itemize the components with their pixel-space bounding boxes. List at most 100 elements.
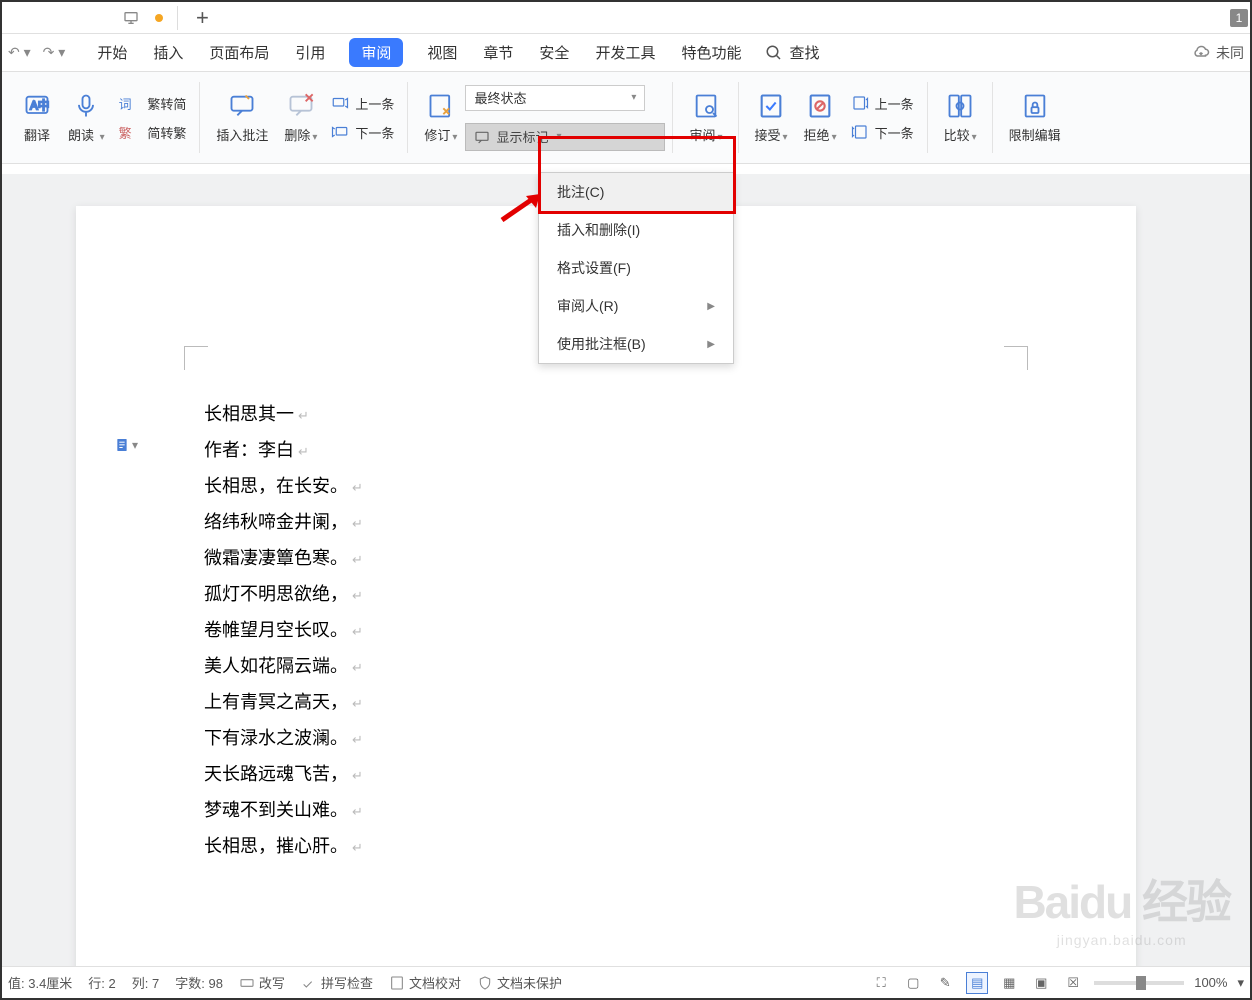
doc-icon xyxy=(114,436,130,454)
tab-features[interactable]: 特色功能 xyxy=(679,38,743,67)
status-col[interactable]: 列: 7 xyxy=(132,973,159,992)
next-change-icon xyxy=(851,123,869,141)
review-pane-button[interactable]: 审阅▾ xyxy=(681,87,730,148)
next-comment-button[interactable]: 下一条 xyxy=(325,121,400,144)
notification-badge[interactable]: 1 xyxy=(1230,9,1248,27)
zoom-slider[interactable] xyxy=(1094,981,1184,985)
prev-comment-button[interactable]: 上一条 xyxy=(325,92,400,115)
tab-view[interactable]: 视图 xyxy=(425,38,459,67)
status-proof[interactable]: 文档校对 xyxy=(389,973,461,992)
insert-comment-button[interactable]: 插入批注 xyxy=(208,87,276,148)
accept-icon xyxy=(756,91,786,121)
next-icon xyxy=(331,123,349,141)
tab-security[interactable]: 安全 xyxy=(537,38,571,67)
dropdown-item-balloon[interactable]: 使用批注框(B)▶ xyxy=(539,325,733,363)
trad-to-simp-button[interactable]: 词 繁转简 xyxy=(113,92,193,115)
submenu-arrow-icon: ▶ xyxy=(707,301,715,312)
microphone-icon xyxy=(71,91,101,121)
tab-dev-tools[interactable]: 开发工具 xyxy=(593,38,657,67)
margin-corner-tr xyxy=(1004,346,1028,370)
reject-icon xyxy=(805,91,835,121)
sync-status: 未同 xyxy=(1216,43,1244,63)
dropdown-item-comments[interactable]: 批注(C) xyxy=(539,173,733,211)
next-change-button[interactable]: 下一条 xyxy=(845,121,920,144)
tab-page-layout[interactable]: 页面布局 xyxy=(207,38,271,67)
text-line: 天长路远魂飞苦， xyxy=(204,756,363,792)
status-bar: 值: 3.4厘米 行: 2 列: 7 字数: 98 改写 拼写检查 文档校对 文… xyxy=(2,966,1250,998)
view-page-button[interactable]: ▤ xyxy=(966,972,988,994)
text-line: 卷帷望月空长叹。 xyxy=(204,612,363,648)
prev-icon xyxy=(331,94,349,112)
search-icon xyxy=(765,44,783,62)
dropdown-item-reviewer[interactable]: 审阅人(R)▶ xyxy=(539,287,733,325)
title-bar: + 1 xyxy=(2,2,1250,34)
view-read-button[interactable]: ▢ xyxy=(902,972,924,994)
restrict-edit-button[interactable]: 限制编辑 xyxy=(1001,87,1069,148)
text-line: 微霜凄凄簟色寒。 xyxy=(204,540,363,576)
revise-button[interactable]: 修订▾ xyxy=(416,87,465,148)
delete-comment-button[interactable]: 删除▾ xyxy=(276,87,325,148)
view-fullscreen-button[interactable]: ⛶ xyxy=(870,972,892,994)
zoom-menu-button[interactable]: ▾ xyxy=(1237,975,1244,991)
view-outline-button[interactable]: ✎ xyxy=(934,972,956,994)
tab-insert[interactable]: 插入 xyxy=(151,38,185,67)
shield-icon xyxy=(477,975,493,991)
text-line: 下有渌水之波澜。 xyxy=(204,720,363,756)
page-panel-icon[interactable]: ▾ xyxy=(114,436,138,454)
qat-redo-button[interactable]: ↷ ▾ xyxy=(43,44,66,61)
tab-review[interactable]: 审阅 xyxy=(349,38,403,67)
margin-corner-tl xyxy=(184,346,208,370)
text-line: 作者：李白 xyxy=(204,432,363,468)
status-row[interactable]: 行: 2 xyxy=(88,973,115,992)
prev-change-button[interactable]: 上一条 xyxy=(845,92,920,115)
reject-button[interactable]: 拒绝▾ xyxy=(796,87,845,148)
new-tab-button[interactable]: + xyxy=(196,5,209,31)
text-line: 长相思，在长安。 xyxy=(204,468,363,504)
keyboard-icon xyxy=(239,975,255,991)
tab-chapter[interactable]: 章节 xyxy=(481,38,515,67)
zoom-out-button[interactable]: ☒ xyxy=(1062,972,1084,994)
monitor-icon xyxy=(123,10,139,26)
document-content[interactable]: 长相思其一 作者：李白 长相思，在长安。 络纬秋啼金井阑， 微霜凄凄簟色寒。 孤… xyxy=(204,396,363,864)
text-line: 美人如花隔云端。 xyxy=(204,648,363,684)
qat-undo-button[interactable]: ↶ ▾ xyxy=(8,44,31,61)
text-line: 长相思，摧心肝。 xyxy=(204,828,363,864)
view-print-button[interactable]: ▣ xyxy=(1030,972,1052,994)
tab-reference[interactable]: 引用 xyxy=(293,38,327,67)
status-rewrite[interactable]: 改写 xyxy=(239,973,285,992)
submenu-arrow-icon: ▶ xyxy=(707,339,715,350)
text-line: 上有青冥之高天， xyxy=(204,684,363,720)
show-marks-button[interactable]: 显示标记▾ xyxy=(465,123,665,151)
search-button[interactable]: 查找 xyxy=(765,42,819,63)
translate-icon: A中 xyxy=(22,91,52,121)
delete-comment-icon xyxy=(286,91,316,121)
menu-bar: ↶ ▾ ↷ ▾ 开始 插入 页面布局 引用 审阅 视图 章节 安全 开发工具 特… xyxy=(2,34,1250,72)
compare-button[interactable]: 比较▾ xyxy=(936,87,985,148)
cloud-icon[interactable] xyxy=(1192,44,1210,62)
text-line: 络纬秋啼金井阑， xyxy=(204,504,363,540)
view-web-button[interactable]: ▦ xyxy=(998,972,1020,994)
status-position[interactable]: 值: 3.4厘米 xyxy=(8,973,72,992)
compare-icon xyxy=(945,91,975,121)
zoom-level[interactable]: 100% xyxy=(1194,975,1227,990)
read-button[interactable]: 朗读 ▾ xyxy=(60,87,113,148)
proof-icon xyxy=(389,975,405,991)
review-icon xyxy=(691,91,721,121)
ribbon-toolbar: A中 翻译 朗读 ▾ 词 繁转简 繁 简转繁 插入批注 删除▾ 上一条 下一条 … xyxy=(2,72,1250,164)
text-line: 长相思其一 xyxy=(204,396,363,432)
status-spellcheck[interactable]: 拼写检查 xyxy=(301,973,373,992)
lock-icon xyxy=(1020,91,1050,121)
dropdown-item-insert-delete[interactable]: 插入和删除(I) xyxy=(539,211,733,249)
revise-icon xyxy=(426,91,456,121)
translate-button[interactable]: A中 翻译 xyxy=(14,87,60,148)
dropdown-item-format[interactable]: 格式设置(F) xyxy=(539,249,733,287)
spellcheck-icon xyxy=(301,975,317,991)
status-word-count[interactable]: 字数: 98 xyxy=(175,973,223,992)
simp-to-trad-button[interactable]: 繁 简转繁 xyxy=(113,121,193,144)
tab-start[interactable]: 开始 xyxy=(95,38,129,67)
annotation-arrow-icon xyxy=(500,192,542,222)
text-line: 孤灯不明思欲绝， xyxy=(204,576,363,612)
status-protect[interactable]: 文档未保护 xyxy=(477,973,562,992)
accept-button[interactable]: 接受▾ xyxy=(747,87,796,148)
display-state-select[interactable]: 最终状态▾ xyxy=(465,85,645,111)
